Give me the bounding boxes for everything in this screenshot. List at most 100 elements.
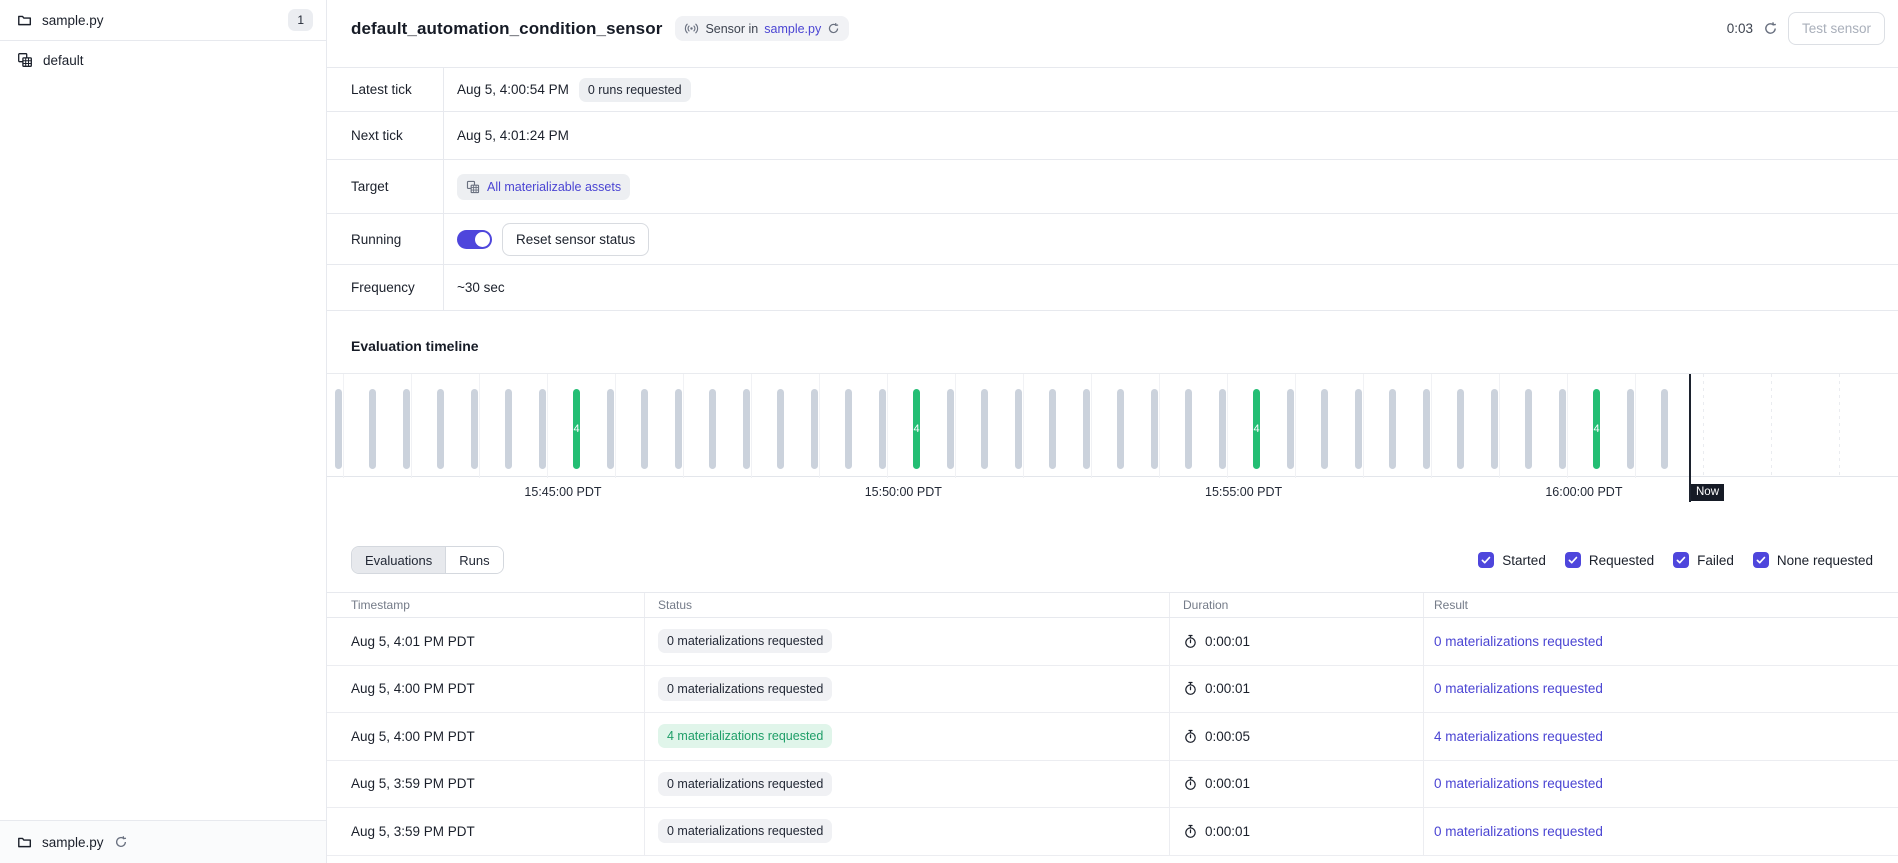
tick-bar-none-requested[interactable] xyxy=(879,389,886,469)
timeline-gridline xyxy=(1363,374,1364,478)
running-toggle[interactable] xyxy=(457,230,492,249)
tick-bar-none-requested[interactable] xyxy=(1151,389,1158,469)
evaluation-result-link[interactable]: 4 materializations requested xyxy=(1434,729,1603,744)
tick-bar-requested[interactable]: 4 xyxy=(913,389,920,469)
checkbox-checked-icon[interactable] xyxy=(1565,552,1581,568)
evaluation-result-link[interactable]: 0 materializations requested xyxy=(1434,634,1603,649)
tick-bar-none-requested[interactable] xyxy=(981,389,988,469)
tick-bar-none-requested[interactable] xyxy=(743,389,750,469)
checkbox-checked-icon[interactable] xyxy=(1753,552,1769,568)
checkbox-checked-icon[interactable] xyxy=(1673,552,1689,568)
tick-bar-none-requested[interactable] xyxy=(1525,389,1532,469)
tick-bar-none-requested[interactable] xyxy=(777,389,784,469)
latest-tick-badge: 0 runs requested xyxy=(579,78,691,102)
timeline-gridline xyxy=(1839,374,1840,478)
tick-bar-requested[interactable]: 4 xyxy=(573,389,580,469)
filter-label: Requested xyxy=(1589,553,1654,568)
tick-run-count: 4 xyxy=(1253,424,1259,435)
evaluation-timeline-chart: 4444 Now 15:45:00 PDT15:50:00 PDT15:55:0… xyxy=(327,373,1898,477)
evaluation-result-cell: 0 materializations requested xyxy=(1424,808,1898,855)
checkbox-checked-icon[interactable] xyxy=(1478,552,1494,568)
timeline-gridline xyxy=(1295,374,1296,478)
tick-run-count: 4 xyxy=(573,424,579,435)
timeline-gridline xyxy=(343,374,344,478)
tick-bar-none-requested[interactable] xyxy=(1423,389,1430,469)
timeline-gridline xyxy=(411,374,412,478)
timeline-axis-label: 15:45:00 PDT xyxy=(524,485,601,499)
tick-bar-none-requested[interactable] xyxy=(1457,389,1464,469)
test-sensor-button[interactable]: Test sensor xyxy=(1788,12,1885,45)
filter-none-requested[interactable]: None requested xyxy=(1753,552,1873,568)
tick-bar-none-requested[interactable] xyxy=(369,389,376,469)
tick-bar-none-requested[interactable] xyxy=(607,389,614,469)
evaluation-row: Aug 5, 4:00 PM PDT 0 materializations req… xyxy=(327,666,1898,714)
tick-bar-none-requested[interactable] xyxy=(437,389,444,469)
tick-bar-none-requested[interactable] xyxy=(1083,389,1090,469)
tick-bar-none-requested[interactable] xyxy=(709,389,716,469)
sidebar-footer-code-location[interactable]: sample.py xyxy=(0,820,326,863)
evaluation-row: Aug 5, 4:01 PM PDT0 materializations req… xyxy=(327,618,1898,666)
detail-row-target: Target All materializable assets xyxy=(327,160,1898,214)
sensor-icon xyxy=(684,21,699,36)
tick-bar-requested[interactable]: 4 xyxy=(1253,389,1260,469)
asset-group-icon xyxy=(17,52,33,68)
sidebar: sample.py 1 default sample.py xyxy=(0,0,327,863)
detail-label: Target xyxy=(327,160,444,213)
evaluation-result-cell: 0 materializations requested xyxy=(1424,618,1898,665)
tick-bar-none-requested[interactable] xyxy=(811,389,818,469)
sidebar-item-default[interactable]: default xyxy=(0,41,326,79)
refresh-icon[interactable] xyxy=(114,835,128,849)
tick-bar-none-requested[interactable] xyxy=(947,389,954,469)
tick-bar-none-requested[interactable] xyxy=(1185,389,1192,469)
filter-failed[interactable]: Failed xyxy=(1673,552,1734,568)
tick-bar-none-requested[interactable] xyxy=(1627,389,1634,469)
evaluation-timestamp: Aug 5, 4:00 PM PDT xyxy=(327,666,645,713)
tick-bar-none-requested[interactable] xyxy=(403,389,410,469)
evaluation-result-link[interactable]: 0 materializations requested xyxy=(1434,776,1603,791)
filter-requested[interactable]: Requested xyxy=(1565,552,1654,568)
tick-bar-requested[interactable]: 4 xyxy=(1593,389,1600,469)
tick-bar-none-requested[interactable] xyxy=(1015,389,1022,469)
sidebar-item-sample-py[interactable]: sample.py 1 xyxy=(0,0,326,41)
target-assets-chip[interactable]: All materializable assets xyxy=(457,174,630,200)
filter-started[interactable]: Started xyxy=(1478,552,1546,568)
tick-bar-none-requested[interactable] xyxy=(335,389,342,469)
tick-bar-none-requested[interactable] xyxy=(505,389,512,469)
evaluation-result-link[interactable]: 0 materializations requested xyxy=(1434,824,1603,839)
tab-runs[interactable]: Runs xyxy=(446,547,502,573)
tick-bar-none-requested[interactable] xyxy=(675,389,682,469)
tick-bar-none-requested[interactable] xyxy=(1389,389,1396,469)
refresh-icon[interactable] xyxy=(1763,21,1778,36)
evaluation-result-link[interactable]: 0 materializations requested xyxy=(1434,681,1603,696)
context-badge-link[interactable]: sample.py xyxy=(764,22,821,36)
filter-label: Failed xyxy=(1697,553,1734,568)
filter-group: Started Requested Failed None requested xyxy=(1478,552,1873,568)
reset-sensor-status-button[interactable]: Reset sensor status xyxy=(502,223,649,256)
evaluation-row: Aug 5, 3:59 PM PDT 0 materializations req… xyxy=(327,808,1898,856)
tick-bar-none-requested[interactable] xyxy=(1661,389,1668,469)
tick-bar-none-requested[interactable] xyxy=(1491,389,1498,469)
tick-bar-none-requested[interactable] xyxy=(539,389,546,469)
evaluation-duration-cell: 0:00:01 xyxy=(1170,618,1424,665)
target-assets-link[interactable]: All materializable assets xyxy=(487,180,621,194)
stopwatch-icon xyxy=(1183,681,1198,696)
tick-bar-none-requested[interactable] xyxy=(1321,389,1328,469)
tick-bar-none-requested[interactable] xyxy=(1049,389,1056,469)
refresh-icon[interactable] xyxy=(827,22,840,35)
filter-label: Started xyxy=(1502,553,1546,568)
tick-bar-none-requested[interactable] xyxy=(1355,389,1362,469)
tick-bar-none-requested[interactable] xyxy=(641,389,648,469)
now-marker-label: Now xyxy=(1691,484,1724,501)
tick-bar-none-requested[interactable] xyxy=(471,389,478,469)
evaluation-status-cell: 0 materializations requested xyxy=(645,761,1170,808)
tick-bar-none-requested[interactable] xyxy=(845,389,852,469)
tick-bar-none-requested[interactable] xyxy=(1117,389,1124,469)
evaluation-timestamp: Aug 5, 3:59 PM PDT xyxy=(327,808,645,855)
tab-evaluations[interactable]: Evaluations xyxy=(352,547,446,573)
timeline-gridline xyxy=(1635,374,1636,478)
detail-label: Running xyxy=(327,214,444,264)
tick-bar-none-requested[interactable] xyxy=(1287,389,1294,469)
tick-bar-none-requested[interactable] xyxy=(1559,389,1566,469)
tick-bar-none-requested[interactable] xyxy=(1219,389,1226,469)
stopwatch-icon xyxy=(1183,824,1198,839)
